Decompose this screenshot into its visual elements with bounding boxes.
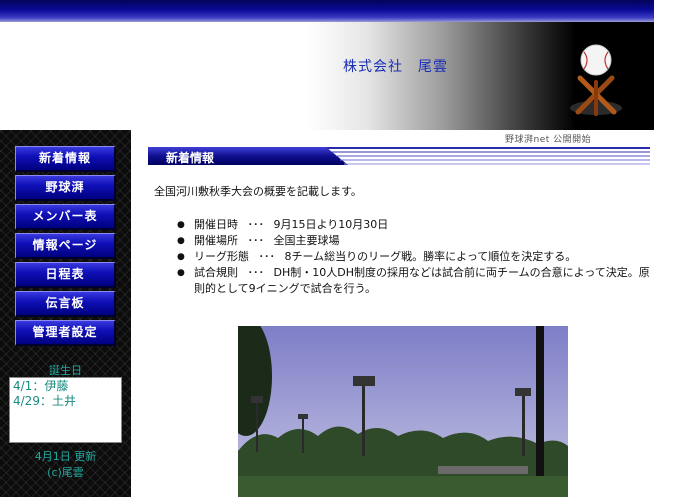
- disc-bullet-icon: ●: [177, 220, 185, 230]
- item-text: 全国主要球場: [273, 234, 340, 247]
- ballpark-photo: [238, 326, 568, 497]
- disc-bullet-icon: ●: [177, 268, 185, 278]
- list-item: ● 試合規則 ･･･ DH制・10人DH制度の採用などは試合前に両チームの合意に…: [172, 265, 650, 297]
- birthday-title: 誕生日: [49, 364, 82, 377]
- site-header: [0, 22, 654, 130]
- item-separator: ･･･: [247, 266, 265, 279]
- item-separator: ･･･: [247, 234, 265, 247]
- item-text: 9月15日より10月30日: [273, 218, 389, 231]
- birthday-entry: 4/29：土井: [13, 394, 76, 408]
- item-text: 8チーム総当りのリーグ戦。勝率によって順位を決定する。: [284, 250, 577, 263]
- nav-item-news[interactable]: 新着情報: [15, 146, 116, 172]
- nav-item-bbs[interactable]: 伝言板: [15, 291, 116, 317]
- item-label: リーグ形態: [194, 250, 249, 263]
- nav-item-info[interactable]: 情報ページ: [15, 233, 116, 259]
- right-margin: [654, 0, 700, 497]
- nav-item-admin[interactable]: 管理者設定: [15, 320, 116, 346]
- baseball-logo-icon: [570, 44, 622, 116]
- section-title: 新着情報: [166, 151, 215, 165]
- birthday-list[interactable]: 4/1：伊藤 4/29：土井: [9, 377, 122, 443]
- update-date: 4月1日 更新: [34, 450, 97, 463]
- company-name: 株式会社 尾雲: [343, 59, 448, 75]
- list-item: ● リーグ形態 ･･･ 8チーム総当りのリーグ戦。勝率によって順位を決定する。: [172, 249, 650, 265]
- list-item: ● 開催場所 ･･･ 全国主要球場: [172, 233, 650, 249]
- top-gradient-bar: [0, 0, 654, 22]
- item-separator: ･･･: [247, 218, 265, 231]
- event-details-list: ● 開催日時 ･･･ 9月15日より10月30日 ● 開催場所 ･･･ 全国主要…: [172, 217, 650, 297]
- disc-bullet-icon: ●: [177, 236, 185, 246]
- section-header-bar: [148, 147, 650, 165]
- item-label: 開催日時: [194, 218, 238, 231]
- nav-item-baseball[interactable]: 野球湃: [15, 175, 116, 201]
- nav-item-members[interactable]: メンバー表: [15, 204, 116, 230]
- item-separator: ･･･: [258, 250, 276, 263]
- nav-item-schedule[interactable]: 日程表: [15, 262, 116, 288]
- item-label: 試合規則: [194, 266, 238, 279]
- copyright: (c)尾雲: [47, 466, 84, 479]
- list-item: ● 開催日時 ･･･ 9月15日より10月30日: [172, 217, 650, 233]
- intro-text: 全国河川敷秋季大会の概要を記載します。: [154, 185, 362, 198]
- item-label: 開催場所: [194, 234, 238, 247]
- page: 株式会社 尾雲 新着情報 野球湃 メンバー表 情報ページ 日程表 伝言板 管理者…: [0, 0, 654, 497]
- news-ticker: 野球湃net 公開開始: [505, 135, 592, 145]
- birthday-entry: 4/1：伊藤: [13, 379, 69, 393]
- disc-bullet-icon: ●: [177, 252, 185, 262]
